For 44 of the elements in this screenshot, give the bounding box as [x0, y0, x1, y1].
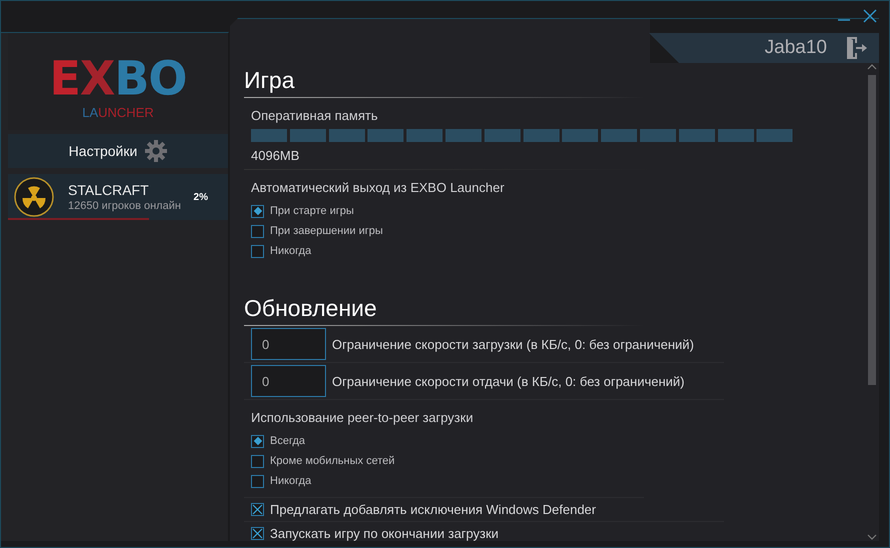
- radio-button[interactable]: [251, 434, 264, 448]
- download-percent: 2%: [194, 192, 208, 202]
- online-count: 12650 игроков онлайн: [68, 200, 182, 212]
- scroll-up-icon[interactable]: [867, 63, 877, 71]
- radiation-icon: [14, 177, 54, 217]
- memory-value: 4096MB: [251, 148, 300, 163]
- option-label: Никогда: [270, 475, 312, 487]
- number-field[interactable]: 0: [251, 328, 326, 360]
- logo-subtitle: LAUNCHER: [82, 105, 154, 120]
- option-label: Всегда: [270, 435, 306, 447]
- check-icon: [252, 528, 263, 539]
- scrollbar[interactable]: [867, 63, 877, 541]
- game-item[interactable]: STALCRAFT 12650 игроков онлайн 2%: [8, 174, 228, 220]
- setting-label: Ограничение скорости загрузки (в КБ/с, 0: без ограничений): [332, 336, 694, 352]
- scroll-thumb[interactable]: [868, 75, 876, 385]
- setting-label: Автоматический выход из EXBO Launcher: [251, 180, 506, 195]
- setting-label: Использование peer-to-peer загрузки: [251, 410, 474, 425]
- radio-button[interactable]: [251, 204, 264, 218]
- checkbox-label: Запускать игру по окончании загрузки: [270, 526, 499, 541]
- setting-label: Оперативная память: [251, 108, 379, 123]
- option-label: Никогда: [270, 245, 312, 257]
- option-label: При старте игры: [270, 205, 354, 217]
- option-label: Кроме мобильных сетей: [270, 455, 395, 467]
- check-icon: [252, 504, 263, 515]
- checkbox[interactable]: [251, 503, 264, 516]
- option-label: При завершении игры: [270, 225, 383, 237]
- section-heading: Обновление: [244, 295, 644, 326]
- checkbox[interactable]: [251, 527, 264, 540]
- number-field[interactable]: 0: [251, 365, 326, 397]
- username: Jaba10: [764, 37, 827, 59]
- checkbox-label: Предлагать добавлять исключения Windows Defender: [270, 502, 596, 517]
- radio-button[interactable]: [251, 244, 264, 258]
- game-title: STALCRAFT: [68, 182, 150, 198]
- close-button[interactable]: [863, 9, 877, 23]
- setting-label: Ограничение скорости отдачи (в КБ/с, 0: без ограничений): [332, 374, 684, 388]
- logout-icon[interactable]: [845, 36, 867, 60]
- memory-slider[interactable]: [251, 129, 795, 142]
- settings-button[interactable]: Настройки: [8, 134, 228, 168]
- logo: EXBO: [49, 54, 187, 102]
- radio-button[interactable]: [251, 454, 264, 468]
- scroll-down-icon[interactable]: [867, 533, 877, 541]
- radio-button[interactable]: [251, 224, 264, 238]
- section-heading: Игра: [244, 67, 644, 98]
- radio-button[interactable]: [251, 474, 264, 488]
